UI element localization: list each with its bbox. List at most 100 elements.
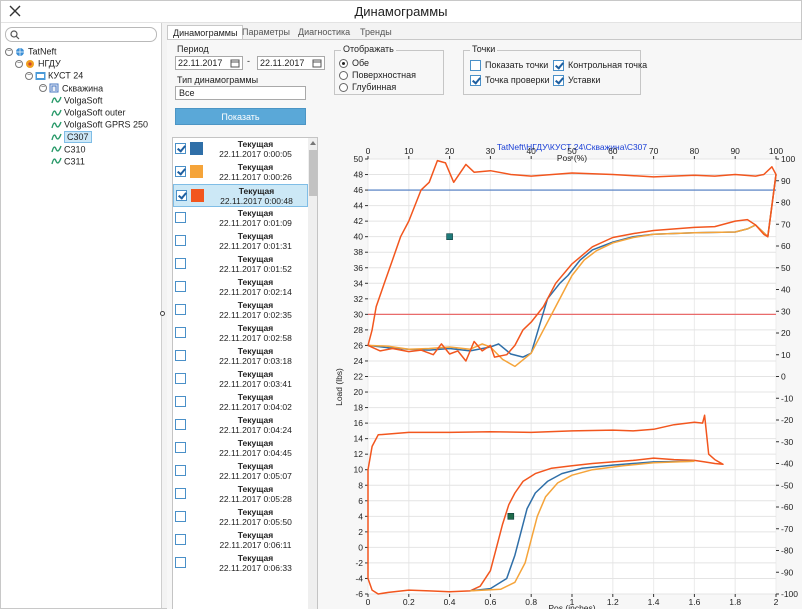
calendar-icon[interactable]: [230, 58, 240, 68]
list-item[interactable]: Текущая 22.11.2017 0:04:24: [173, 414, 308, 437]
checkbox-icon[interactable]: [175, 465, 186, 476]
scroll-up-arrow-icon[interactable]: [310, 141, 316, 145]
measurement-time: 22.11.2017 0:00:48: [220, 196, 293, 206]
tree-node-label: Скважина: [62, 83, 104, 94]
tab-4[interactable]: Тренды: [355, 25, 397, 40]
date-from-picker[interactable]: 22.11.2017: [175, 56, 243, 70]
list-item[interactable]: Текущая 22.11.2017 0:05:07: [173, 460, 308, 483]
list-item[interactable]: Текущая 22.11.2017 0:00:48: [173, 184, 308, 207]
checkbox-icon[interactable]: [175, 212, 186, 223]
checkbox-icon[interactable]: [175, 281, 186, 292]
collapse-icon[interactable]: −: [15, 59, 23, 68]
checkbox-icon[interactable]: [175, 235, 186, 246]
checkbox-icon[interactable]: [175, 327, 186, 338]
list-item[interactable]: Текущая 22.11.2017 0:04:45: [173, 437, 308, 460]
right-tick-label: -100: [781, 589, 798, 599]
display-option[interactable]: Поверхностная: [339, 70, 416, 81]
left-tick-label: 20: [354, 387, 364, 397]
list-item[interactable]: Текущая 22.11.2017 0:02:14: [173, 276, 308, 299]
collapse-icon[interactable]: −: [39, 84, 47, 93]
measurement-time: 22.11.2017 0:05:50: [219, 517, 292, 527]
tab-2[interactable]: Параметры: [237, 25, 295, 40]
list-item[interactable]: Текущая 22.11.2017 0:03:18: [173, 345, 308, 368]
tab-1[interactable]: Динамограммы: [167, 25, 244, 40]
right-tick-label: -10: [781, 393, 794, 403]
checkbox-icon[interactable]: [175, 488, 186, 499]
radio-icon[interactable]: [339, 83, 348, 93]
display-option[interactable]: Глубинная: [339, 82, 396, 93]
right-tick-label: 90: [781, 176, 791, 186]
measurement-title: Текущая: [237, 323, 274, 333]
list-item[interactable]: Текущая 22.11.2017 0:00:05: [173, 138, 308, 161]
checkbox-icon[interactable]: [175, 143, 186, 154]
measurement-title: Текущая: [237, 162, 274, 172]
list-item[interactable]: Текущая 22.11.2017 0:01:09: [173, 207, 308, 230]
checkbox-icon[interactable]: [175, 166, 186, 177]
checkbox-icon[interactable]: [175, 419, 186, 430]
tree-node[interactable]: С307: [51, 130, 92, 144]
checkbox-icon[interactable]: [175, 350, 186, 361]
checkbox-icon[interactable]: [175, 304, 186, 315]
list-item[interactable]: Текущая 22.11.2017 0:02:58: [173, 322, 308, 345]
list-item[interactable]: Текущая 22.11.2017 0:01:31: [173, 230, 308, 253]
date-to-picker[interactable]: 22.11.2017: [257, 56, 325, 70]
radio-icon[interactable]: [339, 59, 348, 69]
measurement-title: Текущая: [237, 415, 274, 425]
scroll-thumb[interactable]: [309, 150, 317, 196]
list-item[interactable]: Текущая 22.11.2017 0:00:26: [173, 161, 308, 184]
top-tick-label: 90: [730, 146, 740, 156]
checkbox-icon[interactable]: [175, 442, 186, 453]
display-option[interactable]: Обе: [339, 58, 369, 69]
dyn-type-select[interactable]: Все: [175, 86, 306, 100]
tree-node[interactable]: С310: [51, 143, 86, 155]
checkbox-icon[interactable]: [175, 396, 186, 407]
tab-3[interactable]: Диагностика: [293, 25, 355, 40]
list-item[interactable]: Текущая 22.11.2017 0:05:28: [173, 483, 308, 506]
tree-node[interactable]: VolgaSoft: [51, 94, 103, 106]
checkbox-icon[interactable]: [175, 557, 186, 568]
tree-node[interactable]: − НГДУ: [15, 57, 61, 69]
calendar-icon[interactable]: [312, 58, 322, 68]
points-checkbox[interactable]: Контрольная точка: [553, 60, 647, 72]
list-item[interactable]: Текущая 22.11.2017 0:02:35: [173, 299, 308, 322]
radio-icon[interactable]: [339, 71, 348, 81]
tree-node[interactable]: − TatNeft: [5, 45, 57, 57]
left-tick-label: 16: [354, 418, 364, 428]
checkbox-icon[interactable]: [470, 60, 481, 72]
collapse-icon[interactable]: −: [5, 47, 13, 56]
list-item[interactable]: Текущая 22.11.2017 0:06:11: [173, 529, 308, 552]
checkbox-icon[interactable]: [553, 75, 564, 87]
search-input[interactable]: [5, 27, 157, 42]
tree-node[interactable]: − Скважина: [39, 82, 103, 94]
list-item[interactable]: Текущая 22.11.2017 0:05:50: [173, 506, 308, 529]
tree-node[interactable]: − КУСТ 24: [25, 69, 83, 81]
points-checkbox[interactable]: Показать точки: [470, 60, 548, 72]
points-group: Точки: [463, 44, 641, 95]
tree-node[interactable]: VolgaSoft GPRS 250: [51, 118, 148, 130]
checkbox-icon[interactable]: [175, 258, 186, 269]
list-scrollbar[interactable]: [308, 138, 317, 609]
collapse-icon[interactable]: −: [25, 72, 33, 81]
checkbox-icon[interactable]: [553, 60, 564, 72]
right-tick-label: 50: [781, 263, 791, 273]
checkbox-icon[interactable]: [175, 373, 186, 384]
list-item[interactable]: Текущая 22.11.2017 0:01:52: [173, 253, 308, 276]
measurement-time: 22.11.2017 0:02:58: [219, 333, 292, 343]
bottom-tick-label: 0.6: [484, 597, 496, 607]
measurement-title: Текущая: [237, 438, 274, 448]
tree-node[interactable]: С311: [51, 155, 85, 167]
points-checkbox[interactable]: Уставки: [553, 75, 600, 87]
list-item[interactable]: Текущая 22.11.2017 0:04:02: [173, 391, 308, 414]
points-checkbox[interactable]: Точка проверки: [470, 75, 549, 87]
measurement-time: 22.11.2017 0:01:31: [219, 241, 292, 251]
list-item[interactable]: Текущая 22.11.2017 0:06:33: [173, 552, 308, 575]
checkbox-icon[interactable]: [470, 75, 481, 87]
checkbox-icon[interactable]: [176, 190, 187, 201]
panel-splitter[interactable]: [160, 311, 165, 316]
list-item[interactable]: Текущая 22.11.2017 0:03:41: [173, 368, 308, 391]
tree-node[interactable]: VolgaSoft outer: [51, 106, 126, 118]
checkbox-icon[interactable]: [175, 534, 186, 545]
tree-node-label: TatNeft: [28, 46, 57, 57]
checkbox-icon[interactable]: [175, 511, 186, 522]
show-button[interactable]: Показать: [175, 108, 306, 125]
